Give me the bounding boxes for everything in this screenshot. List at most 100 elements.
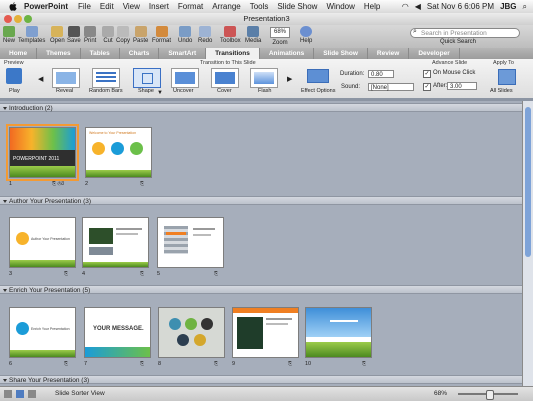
sound-select[interactable]: [None] xyxy=(368,83,414,91)
tab-home[interactable]: Home xyxy=(0,48,38,59)
slide-sorter-view-icon[interactable] xyxy=(16,390,24,398)
transition-cover[interactable] xyxy=(211,68,239,88)
slide-8-transition-icon[interactable]: ⎘ xyxy=(214,361,218,367)
user-name[interactable]: JBG xyxy=(500,2,516,11)
slide-1-transition-icon[interactable]: ⎘ ◷3 xyxy=(52,181,64,187)
section-enrich[interactable]: Enrich Your Presentation (5) xyxy=(0,285,522,294)
volume-icon[interactable]: ◀ xyxy=(415,2,421,11)
slide-thumbnail-8[interactable] xyxy=(158,307,225,358)
slide-thumbnail-6[interactable]: Enrich Your Presentation xyxy=(9,307,76,358)
effect-options-label[interactable]: Effect Options xyxy=(301,88,335,94)
tab-tables[interactable]: Tables xyxy=(81,48,120,59)
section-share[interactable]: Share Your Presentation (3) xyxy=(0,375,522,384)
minimize-window-button[interactable] xyxy=(14,15,22,23)
slide-thumbnail-4[interactable] xyxy=(82,217,149,268)
menu-insert[interactable]: Insert xyxy=(149,2,169,11)
duration-field[interactable]: 0.80 xyxy=(368,70,394,78)
help-button[interactable]: Help xyxy=(300,26,312,44)
spotlight-icon[interactable]: ⌕ xyxy=(523,2,527,12)
media-button[interactable]: Media xyxy=(245,26,261,44)
effect-options-icon[interactable] xyxy=(307,69,329,83)
slide-thumbnail-10[interactable] xyxy=(305,307,372,358)
vertical-scrollbar[interactable] xyxy=(522,101,533,386)
slide-thumbnail-7[interactable]: YOUR MESSAGE. xyxy=(84,307,151,358)
menu-tools[interactable]: Tools xyxy=(250,2,269,11)
transition-reveal-label: Reveal xyxy=(56,88,74,94)
wifi-icon[interactable]: ◠ xyxy=(402,2,409,11)
menu-arrange[interactable]: Arrange xyxy=(212,2,240,11)
transition-reveal[interactable] xyxy=(52,68,80,88)
menu-view[interactable]: View xyxy=(123,2,140,11)
new-button[interactable]: New xyxy=(3,26,15,44)
slide-thumbnail-3[interactable]: Author Your Presentation xyxy=(9,217,76,268)
menu-format[interactable]: Format xyxy=(178,2,203,11)
slide-9-transition-icon[interactable]: ⎘ xyxy=(288,361,292,367)
open-button[interactable]: Open xyxy=(50,26,65,44)
tab-review[interactable]: Review xyxy=(368,48,410,59)
slide-thumbnail-2[interactable]: Welcome to Your Presentation xyxy=(85,127,152,178)
tab-transitions[interactable]: Transitions xyxy=(206,48,260,59)
all-slides-icon[interactable] xyxy=(498,69,516,85)
redo-button[interactable]: Redo xyxy=(198,26,212,44)
after-field[interactable]: 3.00 xyxy=(447,82,477,90)
transition-flash[interactable] xyxy=(250,68,278,88)
normal-view-icon[interactable] xyxy=(4,390,12,398)
slide-5-transition-icon[interactable]: ⎘ xyxy=(214,271,218,277)
transition-uncover[interactable] xyxy=(171,68,199,88)
tab-themes[interactable]: Themes xyxy=(37,48,81,59)
slide-thumbnail-1[interactable]: POWERPOINT 2011 xyxy=(6,124,79,181)
copy-button[interactable]: Copy xyxy=(116,26,130,44)
slide-7-transition-icon[interactable]: ⎘ xyxy=(140,361,144,367)
scroll-right-icon[interactable]: ▶ xyxy=(287,75,292,83)
tab-charts[interactable]: Charts xyxy=(120,48,160,59)
scroll-left-icon[interactable]: ◀ xyxy=(38,75,43,83)
slide-show-view-icon[interactable] xyxy=(28,390,36,398)
gallery-expand-icon[interactable]: ▼ xyxy=(157,90,163,96)
undo-button[interactable]: Undo xyxy=(178,26,192,44)
menu-app-name[interactable]: PowerPoint xyxy=(24,2,68,11)
slide-thumbnail-5[interactable] xyxy=(157,217,224,268)
after-checkbox[interactable]: ✓ xyxy=(423,83,431,91)
tab-slide-show[interactable]: Slide Show xyxy=(314,48,368,59)
paste-button[interactable]: Paste xyxy=(133,26,148,44)
tab-developer[interactable]: Developer xyxy=(409,48,460,59)
datetime[interactable]: Sat Nov 6 6:06 PM xyxy=(427,2,494,11)
zoom-window-button[interactable] xyxy=(24,15,32,23)
slide-2-transition-icon[interactable]: ⎘ xyxy=(140,181,144,187)
close-window-button[interactable] xyxy=(4,15,12,23)
scrollbar-thumb[interactable] xyxy=(525,107,531,257)
templates-button[interactable]: Templates xyxy=(18,26,45,44)
menu-edit[interactable]: Edit xyxy=(100,2,114,11)
play-label[interactable]: Play xyxy=(9,88,20,94)
zoom-field[interactable]: 68% xyxy=(270,27,290,38)
transition-random-bars[interactable] xyxy=(92,68,120,88)
slide-4-transition-icon[interactable]: ⎘ xyxy=(140,271,144,277)
save-button[interactable]: Save xyxy=(67,26,81,44)
apple-icon[interactable] xyxy=(8,1,18,12)
on-mouse-click-checkbox[interactable]: ✓ xyxy=(423,70,431,78)
slide-10-transition-icon[interactable]: ⎘ xyxy=(362,361,366,367)
transition-shape[interactable] xyxy=(133,68,161,88)
zoom-control[interactable]: 68% Zoom xyxy=(270,26,290,46)
cut-button[interactable]: Cut xyxy=(102,26,114,44)
search-input[interactable]: Search in Presentation xyxy=(410,28,520,38)
slide-3-transition-icon[interactable]: ⎘ xyxy=(64,271,68,277)
zoom-slider-thumb[interactable] xyxy=(486,390,494,400)
menu-help[interactable]: Help xyxy=(364,2,380,11)
toolbox-button[interactable]: Toolbox xyxy=(220,26,241,44)
section-author[interactable]: Author Your Presentation (3) xyxy=(0,196,522,205)
slide-number-5: 5 xyxy=(157,271,161,277)
redo-icon xyxy=(199,26,212,37)
play-icon[interactable] xyxy=(6,68,22,84)
menu-file[interactable]: File xyxy=(78,2,91,11)
tab-animations[interactable]: Animations xyxy=(260,48,315,59)
slide-6-transition-icon[interactable]: ⎘ xyxy=(64,361,68,367)
menu-slide-show[interactable]: Slide Show xyxy=(277,2,317,11)
format-button[interactable]: Format xyxy=(152,26,171,44)
section-introduction[interactable]: Introduction (2) xyxy=(0,103,522,112)
slide-thumbnail-9[interactable] xyxy=(232,307,299,358)
tab-smartart[interactable]: SmartArt xyxy=(159,48,207,59)
menu-window[interactable]: Window xyxy=(326,2,354,11)
print-button[interactable]: Print xyxy=(84,26,96,44)
all-slides-label[interactable]: All Slides xyxy=(490,88,513,94)
